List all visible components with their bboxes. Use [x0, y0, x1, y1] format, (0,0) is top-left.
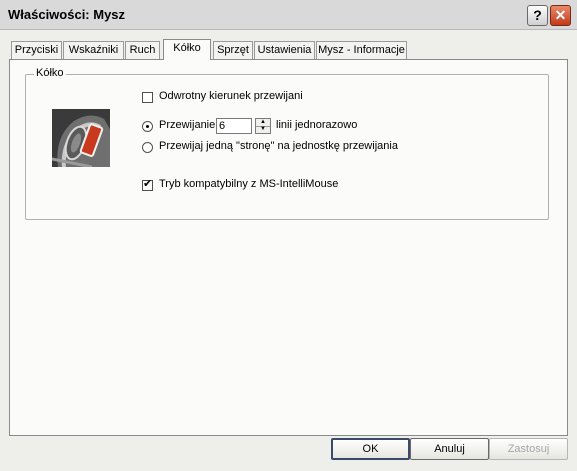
intellimouse-label: Tryb kompatybilny z MS-IntelliMouse	[159, 178, 339, 190]
scroll-lines-radio[interactable]	[142, 121, 153, 132]
wheel-group: Kółko Odwrotny kierunek przewijani Przew…	[25, 67, 549, 220]
lines-count-spinner[interactable]: ▲ ▼	[255, 118, 271, 134]
spin-down-arrow-icon[interactable]: ▼	[256, 126, 270, 133]
tab-panel: Kółko Odwrotny kierunek przewijani Przew…	[9, 59, 568, 436]
tab-kolko[interactable]: Kółko	[163, 39, 211, 60]
close-button[interactable]: ✕	[550, 5, 571, 26]
radio-selected-dot	[146, 125, 149, 128]
ok-button[interactable]: OK	[331, 438, 410, 460]
tab-ruch[interactable]: Ruch	[125, 41, 160, 59]
apply-button[interactable]: Zastosuj	[489, 438, 568, 460]
reverse-scroll-checkbox[interactable]	[142, 92, 153, 103]
tab-mysz-informacje[interactable]: Mysz - Informacje	[316, 41, 407, 59]
tab-sprzet[interactable]: Sprzęt	[213, 41, 253, 59]
tab-przyciski[interactable]: Przyciski	[11, 41, 62, 59]
tab-wskazniki[interactable]: Wskaźniki	[63, 41, 124, 59]
intellimouse-checkbox[interactable]: ✔	[142, 178, 153, 191]
mouse-wheel-icon	[52, 109, 110, 167]
reverse-scroll-label: Odwrotny kierunek przewijani	[159, 90, 303, 102]
scroll-page-radio[interactable]	[142, 142, 153, 153]
wheel-group-label: Kółko	[34, 67, 66, 79]
checkmark-icon: ✔	[143, 178, 153, 190]
help-button[interactable]: ?	[527, 5, 548, 26]
window-title: Właściwości: Mysz	[8, 7, 126, 22]
tab-ustawienia[interactable]: Ustawienia	[254, 41, 315, 59]
scroll-lines-label: Przewijanie	[159, 119, 216, 131]
scroll-page-label: Przewijaj jedną "stronę" na jednostkę pr…	[159, 140, 398, 152]
title-bar: Właściwości: Mysz ? ✕	[0, 0, 577, 30]
dialog-body: Przyciski Wskaźniki Ruch Kółko Sprzęt Us…	[0, 30, 577, 471]
lines-suffix-label: linii jednorazowo	[276, 119, 358, 131]
cancel-button[interactable]: Anuluj	[410, 438, 489, 460]
lines-count-input[interactable]: 6	[216, 118, 252, 134]
